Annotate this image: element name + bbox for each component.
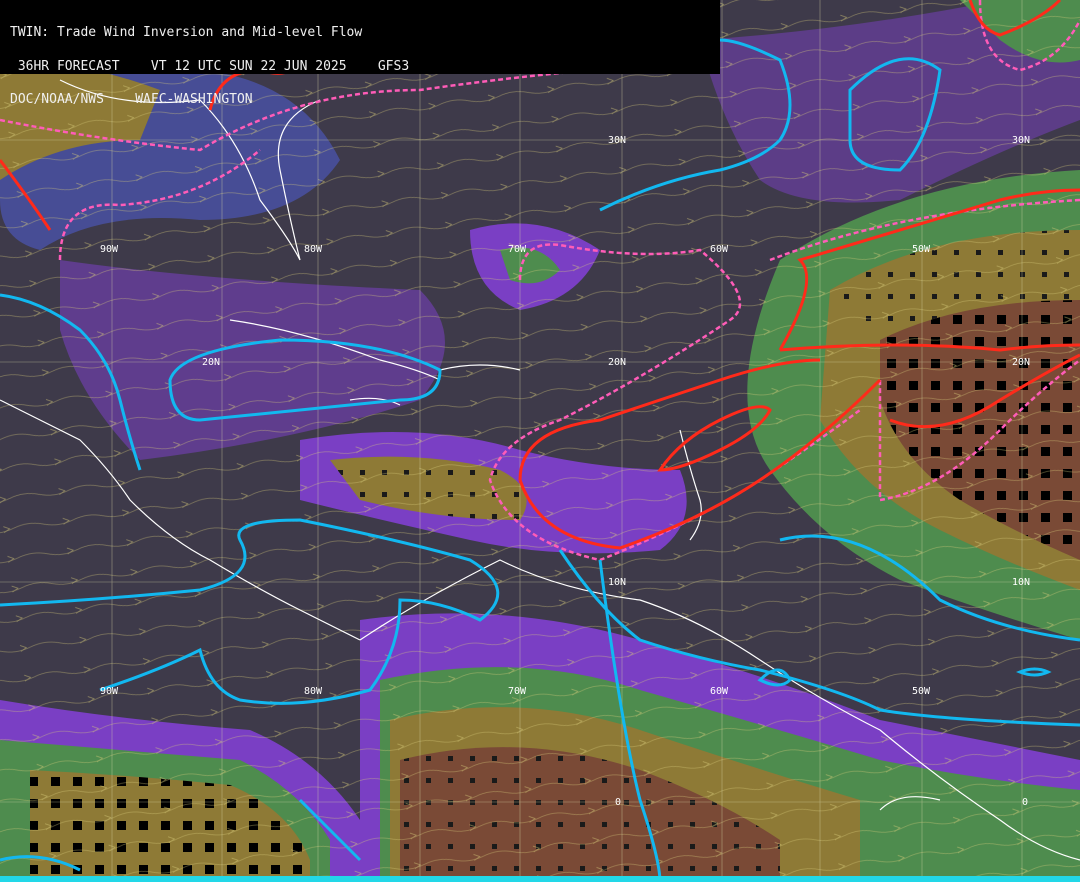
header-title: TWIN: Trade Wind Inversion and Mid-level… xyxy=(10,25,363,40)
lon-label-80w-b: 80W xyxy=(304,686,323,697)
lat-label-20n-c: 20N xyxy=(1012,357,1030,368)
lon-label-50w-a: 50W xyxy=(912,244,931,255)
lat-label-30n-b: 30N xyxy=(1012,135,1030,146)
lat-label-0-b: 0 xyxy=(1022,797,1028,808)
lon-label-90w-b: 90W xyxy=(100,686,119,697)
bottom-border xyxy=(0,876,1080,882)
lat-label-30n-a: 30N xyxy=(608,135,626,146)
lon-label-70w-b: 70W xyxy=(508,686,527,697)
map-header: TWIN: Trade Wind Inversion and Mid-level… xyxy=(0,0,720,106)
header-forecast: 36HR FORECAST VT 12 UTC SUN 22 JUN 2025 … xyxy=(10,58,410,74)
weather-map: 30N 30N 20N 20N 20N 10N 10N 0 0 90W 90W … xyxy=(0,0,1080,882)
lat-label-10n-b: 10N xyxy=(1012,577,1030,588)
lon-label-60w-b: 60W xyxy=(710,686,729,697)
lat-label-0-a: 0 xyxy=(615,797,621,808)
lon-label-90w-a: 90W xyxy=(100,244,119,255)
lat-label-10n-a: 10N xyxy=(608,577,626,588)
lat-label-20n-b: 20N xyxy=(202,357,220,368)
lon-label-60w-a: 60W xyxy=(710,244,729,255)
lat-label-20n-a: 20N xyxy=(608,357,626,368)
lon-label-80w-a: 80W xyxy=(304,244,323,255)
header-agency: DOC/NOAA/NWS WAFC-WASHINGTON xyxy=(10,92,253,107)
lon-label-70w-a: 70W xyxy=(508,244,527,255)
lon-label-50w-b: 50W xyxy=(912,686,931,697)
